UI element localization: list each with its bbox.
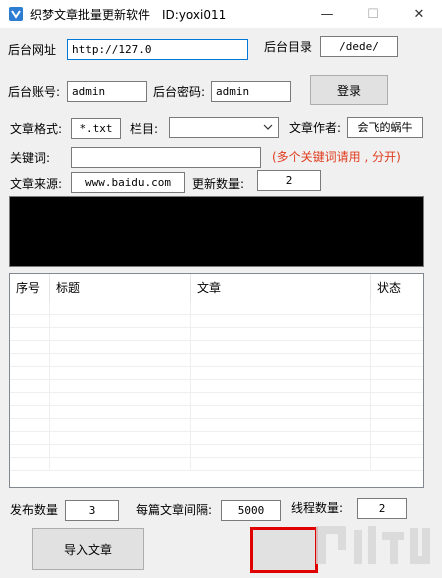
- table-row: [10, 419, 423, 432]
- chevron-down-icon: [263, 124, 273, 130]
- format-input[interactable]: *.txt: [71, 118, 121, 139]
- table-row: [10, 432, 423, 445]
- dir-label: 后台目录: [264, 40, 313, 54]
- publish-count-input[interactable]: 3: [65, 500, 119, 521]
- table-row: [10, 315, 423, 328]
- threads-label: 线程数量:: [291, 501, 344, 515]
- url-label: 后台网址: [8, 43, 57, 57]
- app-icon: [8, 6, 24, 22]
- source-input[interactable]: www.baidu.com: [71, 172, 185, 193]
- watermark-logo: [316, 526, 430, 564]
- col-header-status[interactable]: 状态: [371, 274, 423, 302]
- column-label: 栏目:: [130, 122, 159, 136]
- interval-input[interactable]: 5000: [221, 500, 281, 521]
- table-row: [10, 393, 423, 406]
- publish-count-label: 发布数量: [10, 503, 59, 517]
- maximize-button[interactable]: ☐: [350, 0, 396, 28]
- table-row: [10, 354, 423, 367]
- table-row: [10, 302, 423, 315]
- account-input[interactable]: admin: [67, 81, 147, 102]
- account-label: 后台账号:: [8, 85, 61, 99]
- table-row: [10, 328, 423, 341]
- url-input[interactable]: http://127.0: [67, 39, 248, 60]
- article-table[interactable]: 序号 标题 文章 状态: [9, 273, 424, 488]
- dir-input[interactable]: /dede/: [320, 36, 398, 57]
- table-header: 序号 标题 文章 状态: [10, 274, 423, 302]
- table-row: [10, 445, 423, 458]
- title-bar: 织梦文章批量更新软件 ID:yoxi011 — ☐ ✕: [0, 0, 442, 28]
- source-label: 文章来源:: [10, 177, 63, 191]
- import-articles-button[interactable]: 导入文章: [32, 528, 144, 570]
- update-count-input[interactable]: 2: [257, 170, 321, 191]
- table-row: [10, 458, 423, 471]
- format-label: 文章格式:: [10, 122, 63, 136]
- close-button[interactable]: ✕: [396, 0, 442, 28]
- table-row: [10, 406, 423, 419]
- window-title: 织梦文章批量更新软件 ID:yoxi011: [30, 8, 227, 22]
- table-row: [10, 367, 423, 380]
- keywords-label: 关键词:: [10, 151, 51, 165]
- threads-input[interactable]: 2: [357, 498, 407, 519]
- table-body: [10, 302, 423, 471]
- column-select[interactable]: [169, 117, 279, 138]
- interval-label: 每篇文章间隔:: [136, 503, 213, 517]
- col-header-index[interactable]: 序号: [10, 274, 50, 302]
- table-row: [10, 380, 423, 393]
- password-input[interactable]: admin: [211, 81, 291, 102]
- author-input[interactable]: 会飞的蜗牛: [347, 117, 423, 138]
- keywords-hint: (多个关键词请用 , 分开): [272, 150, 401, 164]
- update-count-label: 更新数量:: [192, 177, 245, 191]
- login-button[interactable]: 登录: [310, 75, 388, 105]
- minimize-button[interactable]: —: [304, 0, 350, 28]
- col-header-title[interactable]: 标题: [50, 274, 191, 302]
- password-label: 后台密码:: [153, 85, 206, 99]
- table-row: [10, 341, 423, 354]
- log-panel: [9, 196, 424, 267]
- keywords-input[interactable]: [71, 147, 261, 168]
- col-header-content[interactable]: 文章: [191, 274, 371, 302]
- author-label: 文章作者:: [289, 121, 342, 135]
